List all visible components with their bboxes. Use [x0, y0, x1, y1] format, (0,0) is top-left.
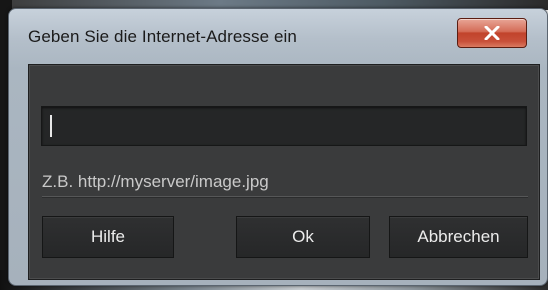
divider	[42, 196, 528, 198]
example-hint: Z.B. http://myserver/image.jpg	[42, 172, 269, 191]
close-button[interactable]	[457, 18, 527, 48]
url-input[interactable]	[41, 106, 527, 146]
ok-button[interactable]: Ok	[236, 216, 370, 258]
help-button[interactable]: Hilfe	[42, 216, 174, 258]
cancel-button[interactable]: Abbrechen	[389, 216, 528, 258]
text-caret	[50, 115, 52, 137]
dialog-title: Geben Sie die Internet-Adresse ein	[28, 27, 297, 46]
close-icon	[484, 26, 500, 40]
